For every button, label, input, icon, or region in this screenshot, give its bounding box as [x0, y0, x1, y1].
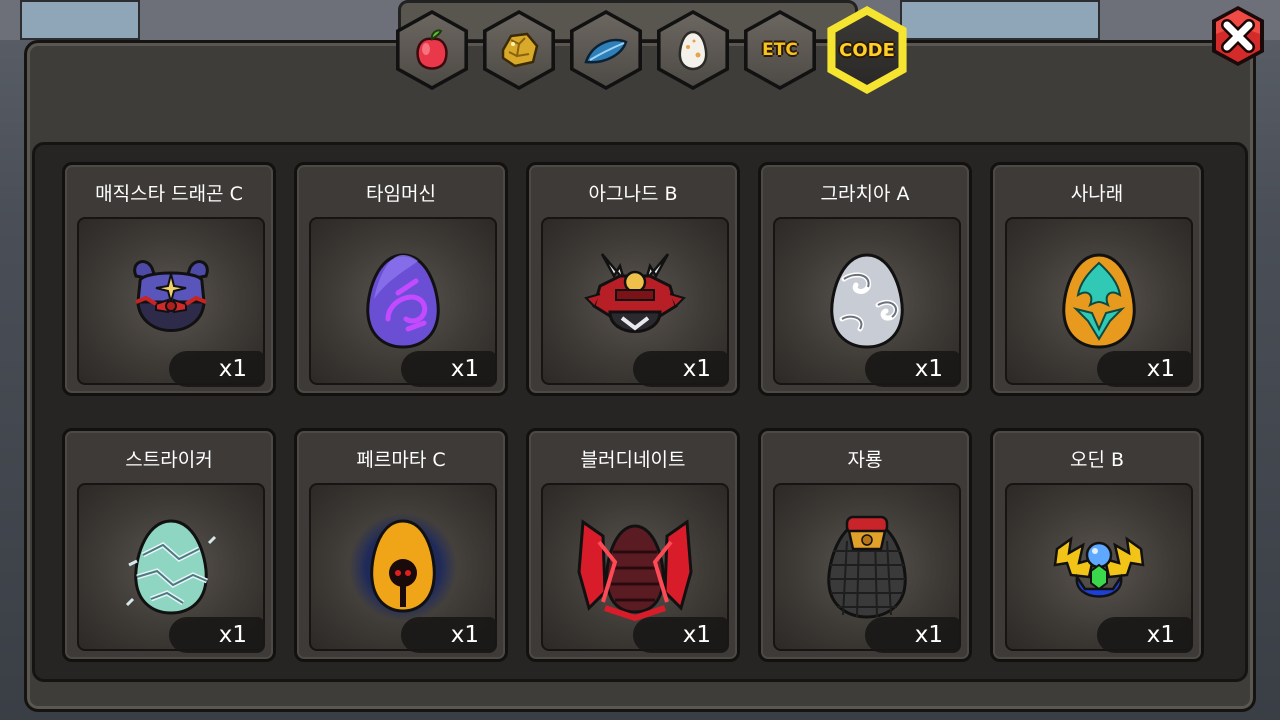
close-icon — [1212, 6, 1264, 66]
item-card[interactable]: 오딘 B x1 — [990, 428, 1204, 662]
tab-etc[interactable]: ETC — [740, 10, 820, 90]
tab-feather[interactable] — [566, 10, 646, 90]
item-card[interactable]: 사나래 x1 — [990, 162, 1204, 396]
item-name: 블러디네이트 — [580, 449, 686, 471]
item-quantity: x1 — [865, 617, 961, 653]
tab-fruit[interactable] — [392, 10, 472, 90]
item-card[interactable]: 아그나드 B x1 — [526, 162, 740, 396]
blue-feather-icon — [584, 38, 628, 64]
item-quantity: x1 — [1097, 351, 1193, 387]
item-quantity: x1 — [633, 617, 729, 653]
item-card[interactable]: 그라치아 A x1 — [758, 162, 972, 396]
tab-code-label: CODE — [839, 39, 895, 61]
item-name: 페르마타 C — [356, 449, 446, 471]
gold-ore-icon — [501, 32, 539, 68]
odin-egg-icon — [1053, 536, 1145, 598]
item-name: 매직스타 드래곤 C — [95, 183, 243, 205]
time-machine-egg-icon — [366, 253, 440, 349]
item-card[interactable]: 페르마타 C x1 — [294, 428, 508, 662]
tab-egg[interactable] — [653, 10, 733, 90]
item-quantity: x1 — [1097, 617, 1193, 653]
item-card[interactable]: 타임머신 x1 — [294, 162, 508, 396]
tab-code[interactable]: CODE — [827, 6, 907, 94]
item-quantity: x1 — [169, 617, 265, 653]
category-tabs: ETC CODE — [392, 6, 912, 96]
magic-star-dragon-egg-icon — [133, 260, 209, 332]
item-name: 그라치아 A — [820, 183, 910, 205]
background-window — [20, 0, 140, 40]
tab-etc-label: ETC — [762, 40, 798, 60]
bloodynate-egg-icon — [577, 519, 693, 622]
item-card[interactable]: 매직스타 드래곤 C x1 — [62, 162, 276, 396]
agnad-egg-icon — [584, 253, 686, 333]
tab-ore[interactable] — [479, 10, 559, 90]
item-quantity: x1 — [169, 351, 265, 387]
item-quantity: x1 — [401, 617, 497, 653]
striker-egg-icon — [125, 519, 217, 615]
item-card[interactable]: 블러디네이트 x1 — [526, 428, 740, 662]
sanarae-egg-icon — [1062, 253, 1136, 349]
item-name: 아그나드 B — [588, 183, 678, 205]
grazia-egg-icon — [830, 253, 904, 349]
item-name: 타임머신 — [366, 183, 436, 205]
item-name: 자룡 — [847, 449, 883, 471]
fermata-egg-icon — [349, 513, 457, 621]
item-quantity: x1 — [865, 351, 961, 387]
item-card[interactable]: 자룡 x1 — [758, 428, 972, 662]
item-name: 스트라이커 — [125, 449, 213, 471]
background-window — [900, 0, 1100, 40]
item-grid: 매직스타 드래곤 C x1 타임머신 x1 아그나드 B x1 그라치아 A x… — [60, 160, 1206, 662]
item-name: 오딘 B — [1069, 449, 1125, 471]
item-name: 사나래 — [1070, 183, 1124, 205]
jaryong-egg-icon — [827, 515, 907, 619]
item-quantity: x1 — [633, 351, 729, 387]
egg-icon — [678, 30, 708, 71]
close-button[interactable] — [1206, 4, 1270, 68]
item-card[interactable]: 스트라이커 x1 — [62, 428, 276, 662]
fruit-icon — [416, 29, 448, 70]
item-quantity: x1 — [401, 351, 497, 387]
